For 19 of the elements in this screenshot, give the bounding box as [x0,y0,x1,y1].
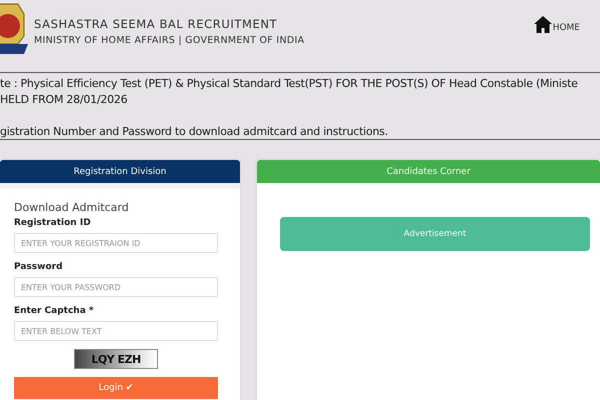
site-title: SASHASTRA SEEMA BAL RECRUITMENT [34,17,278,31]
input-field[interactable]: ENTER BELOW TEXT [14,321,218,341]
panel-header: Registration Division [0,160,240,183]
notice-text: HELD FROM 28/01/2026 [0,92,128,108]
instruction-text: gistration Number and Password to download admitcard and instructions. [0,124,389,140]
login-button[interactable]: Login ✔ [14,377,218,399]
form-title: Download Admitcard [14,201,130,214]
captcha-image: LQY EZH [74,349,158,369]
input-field[interactable]: ENTER YOUR PASSWORD [14,277,218,297]
notice-text: te : Physical Efficiency Test (PET) & Physical Standard Test(PST) FOR THE POST(S) OF Head Constable (Ministe [0,76,579,92]
field-label: Registration ID [14,218,92,228]
advertisement-banner[interactable]: Advertisement [280,217,590,251]
home-link[interactable]: HOME [552,23,580,33]
input-field[interactable]: ENTER YOUR REGISTRAION ID [14,233,218,253]
field-label: Password [14,262,64,272]
site-subtitle: MINISTRY OF HOME AFFAIRS | GOVERNMENT OF INDIA [34,35,306,46]
home-icon[interactable] [534,16,552,33]
panel-header: Candidates Corner [257,160,600,183]
field-label: Enter Captcha * [14,306,95,316]
